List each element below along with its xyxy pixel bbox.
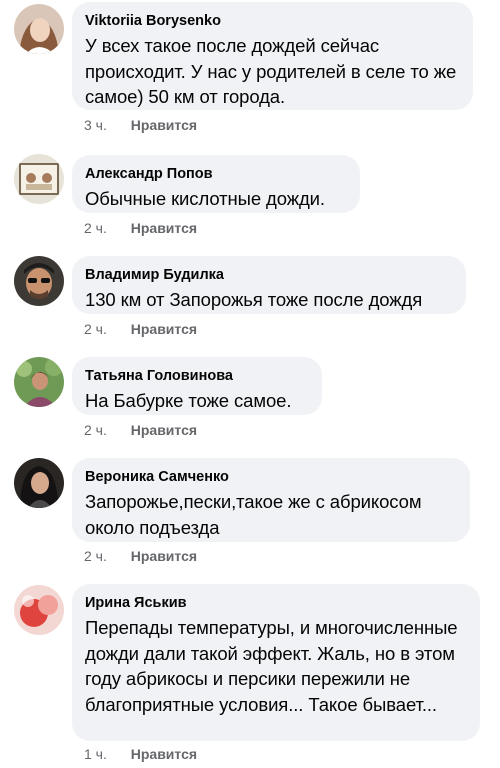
comment-meta: 1 ч. Нравится: [84, 746, 197, 762]
profile-photo-man-icon[interactable]: [14, 256, 64, 306]
comment-meta: 2 ч. Нравится: [84, 548, 197, 564]
comment-author[interactable]: Viktoriia Borysenko: [85, 12, 459, 30]
comment-author[interactable]: Татьяна Головинова: [85, 367, 308, 385]
comment-bubble: Александр Попов Обычные кислотные дожди.: [72, 155, 360, 213]
comment-time[interactable]: 2 ч.: [84, 321, 107, 337]
comment-time[interactable]: 1 ч.: [84, 746, 107, 762]
comment-meta: 2 ч. Нравится: [84, 220, 197, 236]
like-button[interactable]: Нравится: [131, 321, 197, 337]
comment-author[interactable]: Александр Попов: [85, 165, 346, 183]
like-button[interactable]: Нравится: [131, 548, 197, 564]
comment-text: На Бабурке тоже самое.: [85, 390, 292, 411]
comment-text: Запорожье,пески,такое же с абрикосом око…: [85, 491, 422, 538]
comment-time[interactable]: 2 ч.: [84, 422, 107, 438]
profile-photo-woman-garden-icon[interactable]: [14, 357, 64, 407]
profile-photo-woman-dark-icon[interactable]: [14, 458, 64, 508]
profile-photo-cartoon-icon[interactable]: [14, 154, 64, 204]
comment-bubble: Владимир Будилка 130 км от Запорожья тож…: [72, 256, 466, 314]
comment-meta: 3 ч. Нравится: [84, 117, 197, 133]
like-button[interactable]: Нравится: [131, 220, 197, 236]
comment-meta: 2 ч. Нравится: [84, 422, 197, 438]
comment-bubble: Вероника Самченко Запорожье,пески,такое …: [72, 458, 470, 542]
comment-text: Перепады температуры, и многочисленные д…: [85, 617, 458, 715]
comment-bubble: Viktoriia Borysenko У всех такое после д…: [72, 2, 473, 110]
profile-photo-woman-icon[interactable]: [14, 4, 64, 54]
like-button[interactable]: Нравится: [131, 117, 197, 133]
profile-photo-red-icon[interactable]: [14, 585, 64, 635]
comment-author[interactable]: Ирина Яськив: [85, 594, 466, 612]
comment-time[interactable]: 2 ч.: [84, 548, 107, 564]
like-button[interactable]: Нравится: [131, 746, 197, 762]
comment-text: Обычные кислотные дожди.: [85, 188, 325, 209]
comment-text: У всех такое после дождей сейчас происхо…: [85, 35, 457, 107]
comment-time[interactable]: 2 ч.: [84, 220, 107, 236]
comment-time[interactable]: 3 ч.: [84, 117, 107, 133]
like-button[interactable]: Нравится: [131, 422, 197, 438]
comment-meta: 2 ч. Нравится: [84, 321, 197, 337]
comment-author[interactable]: Вероника Самченко: [85, 468, 456, 486]
comment-bubble: Татьяна Головинова На Бабурке тоже самое…: [72, 357, 322, 415]
comment-text: 130 км от Запорожья тоже после дождя: [85, 289, 423, 310]
comment-bubble: Ирина Яськив Перепады температуры, и мно…: [72, 584, 480, 741]
comment-author[interactable]: Владимир Будилка: [85, 266, 452, 284]
